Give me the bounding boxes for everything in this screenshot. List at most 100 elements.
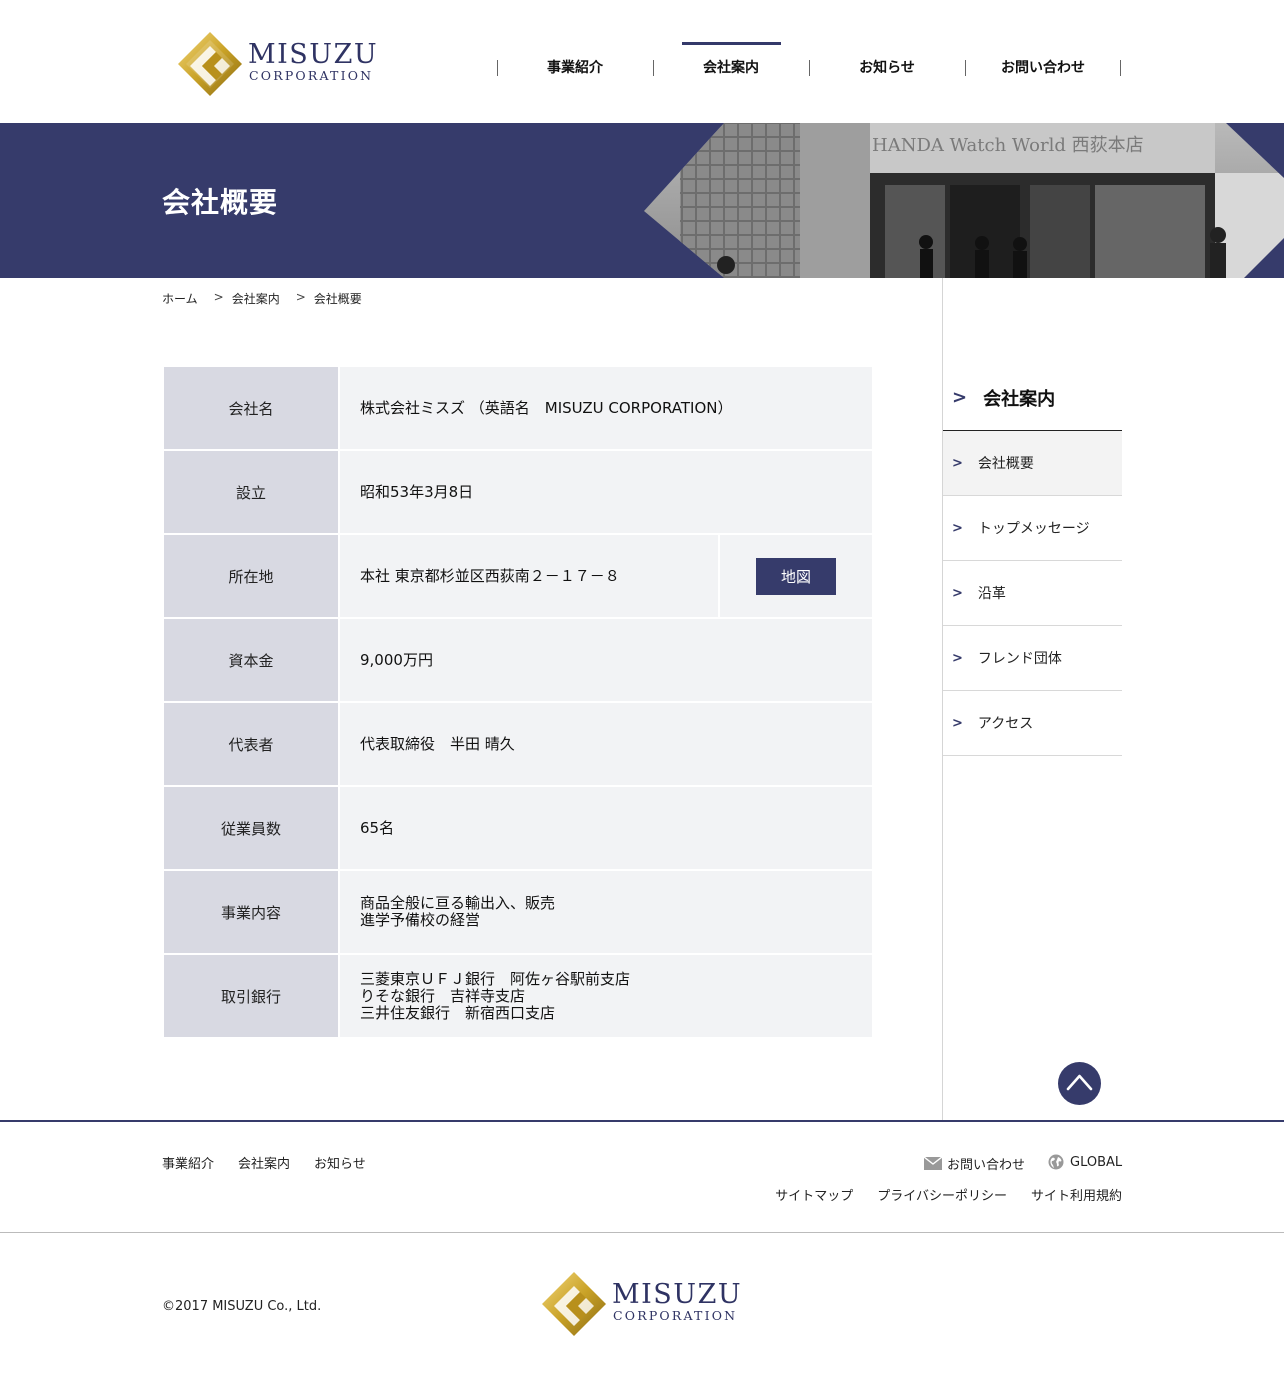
logo-wordmark: MISUZU xyxy=(612,1279,743,1310)
row-label: 所在地 xyxy=(164,535,338,617)
row-label: 取引銀行 xyxy=(164,955,338,1037)
sidebar-item-label: フレンド団体 xyxy=(977,651,1062,667)
row-label: 会社名 xyxy=(164,367,338,449)
hero-storefront-image: HANDA Watch World 西荻本店 xyxy=(640,123,1284,278)
breadcrumb-parent[interactable]: 会社案内 xyxy=(232,290,280,307)
gnav-item-business[interactable]: 事業紹介 xyxy=(497,42,653,92)
company-name-value: 株式会社ミスズ （英語名 MISUZU CORPORATION） xyxy=(360,398,733,417)
logo-subtitle: CORPORATION xyxy=(613,1308,738,1323)
sidebar-item-history[interactable]: > 沿革 xyxy=(943,561,1122,626)
capital-value: 9,000万円 xyxy=(360,650,433,669)
misuzu-logo-mark xyxy=(542,1272,606,1336)
site-header: MISUZU CORPORATION 事業紹介 会社案内 お知らせ お問い合わせ xyxy=(0,0,1284,123)
footer-global-label: GLOBAL xyxy=(1070,1154,1123,1170)
misuzu-logo-mark xyxy=(178,32,242,96)
storefront-sign-text: HANDA Watch World 西荻本店 xyxy=(872,135,1144,156)
breadcrumb-home[interactable]: ホーム xyxy=(162,290,198,307)
chevron-right-icon: > xyxy=(952,520,963,536)
breadcrumb-separator: > xyxy=(295,290,306,304)
bank-line: 三井住友銀行 新宿西口支店 xyxy=(360,1003,556,1022)
gnav-item-contact[interactable]: お問い合わせ xyxy=(965,42,1121,92)
sidebar-item-friend-groups[interactable]: > フレンド団体 xyxy=(943,626,1122,691)
footer-contact-label: お問い合わせ xyxy=(947,1158,1026,1173)
footer-contact-link[interactable]: お問い合わせ xyxy=(924,1154,1025,1173)
gnav-label: お問い合わせ xyxy=(1001,60,1085,76)
gnav-label: 会社案内 xyxy=(703,60,759,76)
row-label: 代表者 xyxy=(164,703,338,785)
footer-divider xyxy=(0,1232,1284,1233)
row-value: 9,000万円 xyxy=(340,619,872,701)
footer-link-business[interactable]: 事業紹介 xyxy=(162,1153,214,1172)
row-value: 代表取締役 半田 晴久 xyxy=(340,703,872,785)
copyright: ©2017 MISUZU Co., Ltd. xyxy=(162,1299,322,1314)
mail-icon xyxy=(924,1157,942,1170)
page-title: 会社概要 xyxy=(162,186,279,219)
footer-top-border xyxy=(0,1120,1284,1122)
breadcrumb-separator: > xyxy=(213,290,224,304)
table-row: 事業内容 商品全般に亘る輸出入、販売 進学予備校の経営 xyxy=(162,870,872,954)
footer-sub-links: サイトマップ プライバシーポリシー サイト利用規約 xyxy=(751,1185,1122,1204)
footer-global-link[interactable]: GLOBAL xyxy=(1048,1154,1122,1170)
globe-icon xyxy=(1048,1154,1064,1170)
chevron-right-icon: > xyxy=(952,715,963,731)
row-value: 65名 xyxy=(340,787,872,869)
map-button[interactable]: 地図 xyxy=(756,557,836,595)
breadcrumb: ホーム > 会社案内 > 会社概要 xyxy=(162,290,362,307)
table-row: 設立 昭和53年3月8日 xyxy=(162,450,872,534)
page-top-button[interactable] xyxy=(1058,1062,1101,1105)
site-logo[interactable]: MISUZU CORPORATION xyxy=(176,30,377,98)
gnav-item-company[interactable]: 会社案内 xyxy=(653,42,809,92)
gnav-item-news[interactable]: お知らせ xyxy=(809,42,965,92)
sidebar-item-label: 沿革 xyxy=(977,586,1006,602)
row-value: 昭和53年3月8日 xyxy=(340,451,872,533)
footer-link-privacy[interactable]: プライバシーポリシー xyxy=(877,1185,1007,1204)
table-row: 取引銀行 三菱東京ＵＦＪ銀行 阿佐ヶ谷駅前支店 りそな銀行 吉祥寺支店 三井住友… xyxy=(162,954,872,1038)
table-row: 代表者 代表取締役 半田 晴久 xyxy=(162,702,872,786)
sidebar-item-overview[interactable]: > 会社概要 xyxy=(943,431,1122,496)
chevron-right-icon: > xyxy=(952,585,963,601)
company-info-table: 会社名 株式会社ミスズ （英語名 MISUZU CORPORATION） 設立 … xyxy=(162,366,872,1038)
map-button-cell: 地図 xyxy=(720,535,872,617)
table-row: 資本金 9,000万円 xyxy=(162,618,872,702)
footer-link-sitemap[interactable]: サイトマップ xyxy=(775,1185,853,1204)
table-row: 所在地 本社 東京都杉並区西荻南２－１７－８ 地図 xyxy=(162,534,872,618)
breadcrumb-current: 会社概要 xyxy=(313,292,362,306)
row-value: 株式会社ミスズ （英語名 MISUZU CORPORATION） xyxy=(340,367,872,449)
global-nav: 事業紹介 会社案内 お知らせ お問い合わせ xyxy=(497,42,1123,92)
active-indicator xyxy=(682,42,781,45)
gnav-label: お知らせ xyxy=(859,60,915,76)
footer-nav: 事業紹介 会社案内 お知らせ xyxy=(162,1153,390,1172)
bank-line: りそな銀行 吉祥寺支店 xyxy=(360,986,526,1005)
chevron-up-icon xyxy=(1066,1074,1093,1091)
footer-link-terms[interactable]: サイト利用規約 xyxy=(1031,1185,1122,1204)
page-hero: 会社概要 HANDA Watch World 西荻本店 xyxy=(0,123,1284,278)
chevron-right-icon: > xyxy=(952,455,963,471)
sidebar-heading[interactable]: > 会社案内 xyxy=(943,365,1122,431)
chevron-right-icon: > xyxy=(952,650,963,666)
table-row: 従業員数 65名 xyxy=(162,786,872,870)
row-label: 資本金 xyxy=(164,619,338,701)
sidebar: > 会社案内 > 会社概要 > トップメッセージ > 沿革 > フレンド団体 >… xyxy=(943,365,1122,756)
footer-link-news[interactable]: お知らせ xyxy=(314,1153,366,1172)
logo-subtitle: CORPORATION xyxy=(249,68,374,83)
business-line: 進学予備校の経営 xyxy=(360,911,481,929)
footer-link-company[interactable]: 会社案内 xyxy=(238,1153,290,1172)
row-value: 三菱東京ＵＦＪ銀行 阿佐ヶ谷駅前支店 りそな銀行 吉祥寺支店 三井住友銀行 新宿… xyxy=(340,955,872,1037)
business-line: 商品全般に亘る輸出入、販売 xyxy=(360,894,556,912)
founded-value: 昭和53年3月8日 xyxy=(360,482,474,501)
sidebar-item-label: 会社概要 xyxy=(977,456,1034,472)
table-row: 会社名 株式会社ミスズ （英語名 MISUZU CORPORATION） xyxy=(162,366,872,450)
representative-value: 代表取締役 半田 晴久 xyxy=(360,734,515,753)
sidebar-item-label: アクセス xyxy=(977,716,1034,732)
footer-logo[interactable]: MISUZU CORPORATION xyxy=(540,1270,741,1338)
address-value: 本社 東京都杉並区西荻南２－１７－８ xyxy=(360,566,620,585)
chevron-right-icon: > xyxy=(952,387,968,408)
sidebar-heading-label: 会社案内 xyxy=(983,388,1056,410)
sidebar-item-label: トップメッセージ xyxy=(977,521,1090,537)
row-label: 従業員数 xyxy=(164,787,338,869)
sidebar-item-access[interactable]: > アクセス xyxy=(943,691,1122,756)
row-value: 商品全般に亘る輸出入、販売 進学予備校の経営 xyxy=(340,871,872,953)
gnav-label: 事業紹介 xyxy=(547,60,603,76)
sidebar-item-top-message[interactable]: > トップメッセージ xyxy=(943,496,1122,561)
bank-line: 三菱東京ＵＦＪ銀行 阿佐ヶ谷駅前支店 xyxy=(360,969,631,988)
